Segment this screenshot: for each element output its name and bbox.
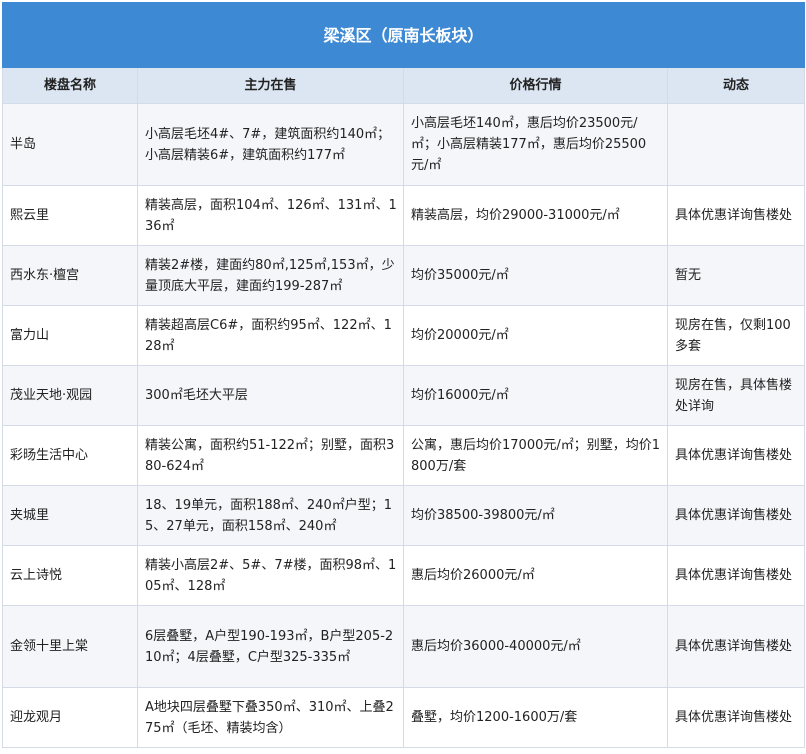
cell-price: 精装高层，均价29000-31000元/㎡ [403, 185, 668, 246]
cell-name: 茂业天地·观园 [2, 365, 138, 426]
cell-price: 小高层毛坯140㎡，惠后均价23500元/㎡；小高层精装177㎡，惠后均价255… [403, 103, 668, 186]
cell-main-sale: 精装公寓，面积约51-122㎡；别墅，面积380-624㎡ [137, 425, 404, 486]
table-row: 熙云里 精装高层，面积104㎡、126㎡、131㎡、136㎡ 精装高层，均价29… [2, 185, 806, 246]
cell-status: 具体优惠详询售楼处 [666, 605, 806, 688]
cell-main-sale: 精装高层，面积104㎡、126㎡、131㎡、136㎡ [137, 185, 404, 246]
cell-status: 具体优惠详询售楼处 [666, 687, 806, 748]
cell-name: 彩旸生活中心 [2, 425, 138, 486]
table-row: 彩旸生活中心 精装公寓，面积约51-122㎡；别墅，面积380-624㎡ 公寓，… [2, 425, 806, 486]
cell-status: 具体优惠详询售楼处 [666, 545, 806, 606]
cell-status: 暂无 [666, 245, 806, 306]
table-row: 茂业天地·观园 300㎡毛坯大平层 均价16000元/㎡ 现房在售，具体售楼处详… [2, 365, 806, 426]
cell-status: 具体优惠详询售楼处 [666, 185, 806, 246]
column-header-status: 动态 [666, 67, 806, 104]
cell-status: 现房在售，具体售楼处详询 [666, 365, 806, 426]
cell-price: 叠墅，均价1200-1600万/套 [403, 687, 668, 748]
column-header-price: 价格行情 [403, 67, 668, 104]
cell-price: 均价35000元/㎡ [403, 245, 668, 306]
cell-name: 迎龙观月 [2, 687, 138, 748]
cell-name: 西水东·檀宫 [2, 245, 138, 306]
table-row: 迎龙观月 A地块四层叠墅下叠350㎡、310㎡、上叠275㎡（毛坯、精装均含） … [2, 687, 806, 748]
cell-main-sale: 18、19单元，面积188㎡、240㎡户型；15、27单元，面积158㎡、240… [137, 485, 404, 546]
table-row: 西水东·檀宫 精装2#楼，建面约80㎡,125㎡,153㎡，少量顶底大平层，建面… [2, 245, 806, 306]
cell-status: 具体优惠详询售楼处 [666, 485, 806, 546]
cell-main-sale: 精装2#楼，建面约80㎡,125㎡,153㎡，少量顶底大平层，建面约199-28… [137, 245, 404, 306]
table-row: 金领十里上棠 6层叠墅，A户型190-193㎡，B户型205-210㎡；4层叠墅… [2, 605, 806, 688]
cell-name: 熙云里 [2, 185, 138, 246]
cell-main-sale: A地块四层叠墅下叠350㎡、310㎡、上叠275㎡（毛坯、精装均含） [137, 687, 404, 748]
cell-main-sale: 精装超高层C6#，面积约95㎡、122㎡、128㎡ [137, 305, 404, 366]
cell-price: 惠后均价26000元/㎡ [403, 545, 668, 606]
cell-name: 夹城里 [2, 485, 138, 546]
table-row: 云上诗悦 精装小高层2#、5#、7#楼，面积98㎡、105㎡、128㎡ 惠后均价… [2, 545, 806, 606]
cell-price: 惠后均价36000-40000元/㎡ [403, 605, 668, 688]
column-header-name: 楼盘名称 [2, 67, 138, 104]
table-row: 夹城里 18、19单元，面积188㎡、240㎡户型；15、27单元，面积158㎡… [2, 485, 806, 546]
column-header-main-sale: 主力在售 [137, 67, 404, 104]
table-row: 半岛 小高层毛坯4#、7#，建筑面积约140㎡；小高层精装6#，建筑面积约177… [2, 103, 806, 186]
header-row: 楼盘名称 主力在售 价格行情 动态 [2, 67, 806, 104]
cell-price: 公寓，惠后均价17000元/㎡；别墅，均价1800万/套 [403, 425, 668, 486]
cell-main-sale: 精装小高层2#、5#、7#楼，面积98㎡、105㎡、128㎡ [137, 545, 404, 606]
cell-price: 均价38500-39800元/㎡ [403, 485, 668, 546]
cell-name: 半岛 [2, 103, 138, 186]
cell-status [666, 103, 806, 186]
cell-name: 富力山 [2, 305, 138, 366]
table-row: 富力山 精装超高层C6#，面积约95㎡、122㎡、128㎡ 均价20000元/㎡… [2, 305, 806, 366]
table-title: 梁溪区（原南长板块） [1, 2, 806, 68]
cell-status: 具体优惠详询售楼处 [666, 425, 806, 486]
cell-name: 金领十里上棠 [2, 605, 138, 688]
cell-name: 云上诗悦 [2, 545, 138, 606]
cell-main-sale: 300㎡毛坯大平层 [137, 365, 404, 426]
cell-main-sale: 小高层毛坯4#、7#，建筑面积约140㎡；小高层精装6#，建筑面积约177㎡ [137, 103, 404, 186]
cell-price: 均价16000元/㎡ [403, 365, 668, 426]
cell-status: 现房在售，仅剩100多套 [666, 305, 806, 366]
cell-main-sale: 6层叠墅，A户型190-193㎡，B户型205-210㎡；4层叠墅，C户型325… [137, 605, 404, 688]
title-row: 梁溪区（原南长板块） [1, 2, 806, 68]
cell-price: 均价20000元/㎡ [403, 305, 668, 366]
property-table: 梁溪区（原南长板块） 楼盘名称 主力在售 价格行情 动态 半岛 小高层毛坯4#、… [1, 2, 806, 748]
page: 梁溪区（原南长板块） 楼盘名称 主力在售 价格行情 动态 半岛 小高层毛坯4#、… [0, 2, 806, 754]
